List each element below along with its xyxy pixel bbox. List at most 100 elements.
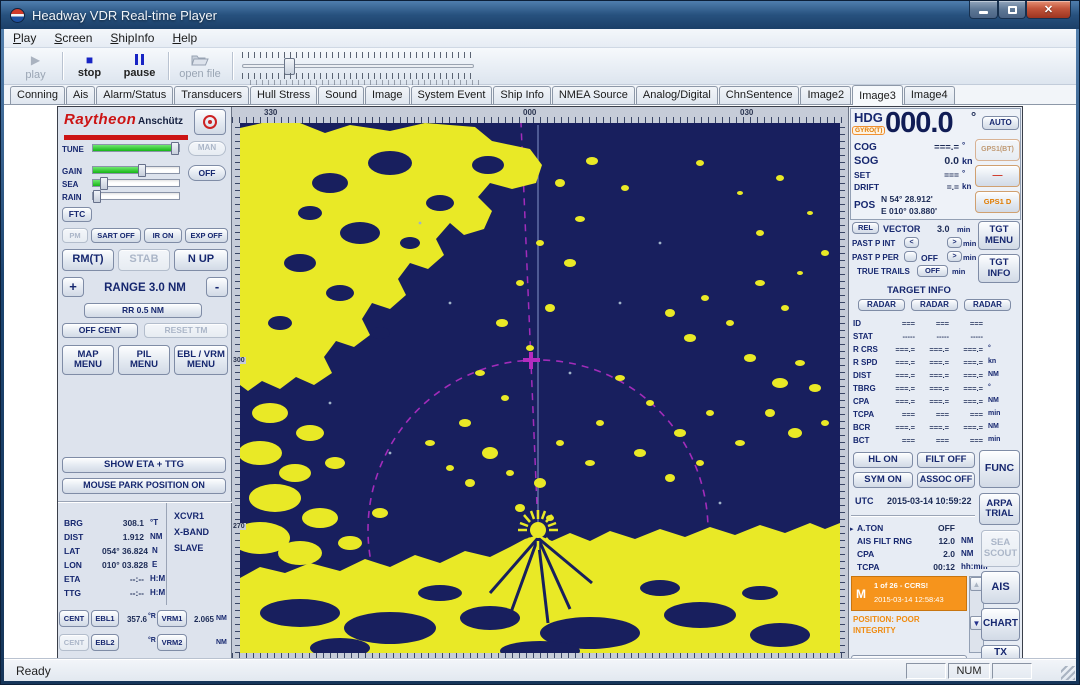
speed-source-button[interactable]: — bbox=[975, 165, 1020, 187]
cent2-button[interactable]: CENT bbox=[59, 634, 89, 651]
tab-sound[interactable]: Sound bbox=[318, 86, 364, 104]
mouse-park-button[interactable]: MOUSE PARK POSITION ON bbox=[62, 478, 226, 494]
stop-button[interactable]: ■ stop bbox=[66, 50, 113, 83]
tab-system-event[interactable]: System Event bbox=[411, 86, 493, 104]
ir-on-button[interactable]: IR ON bbox=[144, 228, 182, 243]
dist-unit: NM bbox=[150, 532, 162, 541]
rel-button[interactable]: REL bbox=[852, 222, 879, 234]
tune-slider-handle[interactable] bbox=[171, 142, 179, 155]
vrm2-range-unit: NM bbox=[216, 639, 227, 646]
dist-value: 1.912 bbox=[92, 532, 144, 542]
tab-ship-info[interactable]: Ship Info bbox=[493, 86, 550, 104]
filt-off-button[interactable]: FILT OFF bbox=[917, 452, 975, 468]
gain-slider-handle[interactable] bbox=[138, 164, 146, 177]
ebl2-button[interactable]: EBL2 bbox=[91, 634, 119, 651]
reset-tm-button[interactable]: RESET TM bbox=[144, 323, 228, 338]
brand-logo-button[interactable] bbox=[194, 109, 226, 135]
tab-image[interactable]: Image bbox=[365, 86, 410, 104]
client-area: Raytheon Anschütz TUNE MAN GAIN OFF SEA bbox=[4, 105, 1076, 659]
rain-slider-handle[interactable] bbox=[93, 190, 101, 203]
tab-image2[interactable]: Image2 bbox=[800, 86, 851, 104]
ebl1-button[interactable]: EBL1 bbox=[91, 610, 119, 627]
exp-off-button[interactable]: EXP OFF bbox=[185, 228, 228, 243]
sym-on-button[interactable]: SYM ON bbox=[853, 472, 913, 488]
tgt-info-button[interactable]: TGT INFO bbox=[978, 254, 1020, 283]
toolbar-separator bbox=[232, 52, 233, 80]
stab-button[interactable]: STAB bbox=[118, 249, 170, 271]
app-icon bbox=[10, 8, 25, 23]
xcvr-label: XCVR1 bbox=[174, 511, 204, 521]
play-button[interactable]: ▶ play bbox=[12, 50, 59, 83]
alarm-message-box[interactable]: M 1 of 26 - CCRS! 2015-03-14 12:58:43 bbox=[851, 576, 967, 611]
bearing-scale-right bbox=[840, 123, 848, 653]
cent1-button[interactable]: CENT bbox=[59, 610, 89, 627]
tab-chnsentence[interactable]: ChnSentence bbox=[719, 86, 800, 104]
vrm2-button[interactable]: VRM2 bbox=[157, 634, 187, 651]
menu-help[interactable]: Help bbox=[163, 29, 206, 47]
sea-slider-handle[interactable] bbox=[100, 177, 108, 190]
tab-image3[interactable]: Image3 bbox=[852, 85, 903, 105]
vrm1-range: 2.065 bbox=[186, 615, 214, 624]
menu-shipinfo[interactable]: ShipInfo bbox=[101, 29, 163, 47]
past-per-inc-button[interactable]: > bbox=[947, 251, 962, 262]
vrm1-button[interactable]: VRM1 bbox=[157, 610, 187, 627]
aton-label: A.TON bbox=[857, 523, 883, 533]
menu-screen[interactable]: Screen bbox=[45, 29, 101, 47]
sea-slider[interactable] bbox=[92, 179, 180, 187]
past-int-inc-button[interactable]: > bbox=[947, 237, 962, 248]
chart-button[interactable]: CHART bbox=[981, 608, 1020, 641]
menu-play[interactable]: Play bbox=[4, 29, 45, 47]
range-plus-button[interactable]: + bbox=[62, 277, 84, 297]
ring-range-button[interactable]: RR 0.5 NM bbox=[84, 303, 202, 318]
tab-hull-stress[interactable]: Hull Stress bbox=[250, 86, 317, 104]
past-per-toggle-button[interactable] bbox=[904, 251, 917, 262]
gps1-d-button[interactable]: GPS1 D bbox=[975, 191, 1020, 213]
gain-slider[interactable] bbox=[92, 166, 180, 174]
tab-alarm-status[interactable]: Alarm/Status bbox=[96, 86, 173, 104]
rm-t-button[interactable]: RM(T) bbox=[62, 249, 114, 271]
tab-analog-digital[interactable]: Analog/Digital bbox=[636, 86, 718, 104]
gps1-bt-button[interactable]: GPS1(BT) bbox=[975, 139, 1020, 161]
show-eta-ttg-button[interactable]: SHOW ETA + TTG bbox=[62, 457, 226, 473]
arpa-trial-button[interactable]: ARPA TRIAL bbox=[979, 493, 1020, 525]
radar1-button[interactable]: RADAR bbox=[858, 299, 905, 311]
minimize-button[interactable] bbox=[969, 1, 998, 19]
radar-right-panel: HDG GYRO(T) 000.0 ° AUTO COG===.=° SOG0.… bbox=[848, 107, 1022, 661]
pil-menu-button[interactable]: PIL MENU bbox=[118, 345, 170, 375]
radar-ppi-display[interactable]: 330 000 030 300 270 bbox=[232, 107, 848, 661]
range-minus-button[interactable]: - bbox=[206, 277, 228, 297]
func-button[interactable]: FUNC bbox=[979, 450, 1020, 488]
ebl-vrm-menu-button[interactable]: EBL / VRM MENU bbox=[174, 345, 228, 375]
table-row-label: ID bbox=[853, 319, 861, 328]
assoc-off-button[interactable]: ASSOC OFF bbox=[917, 472, 975, 488]
n-up-button[interactable]: N UP bbox=[174, 249, 228, 271]
tab-conning[interactable]: Conning bbox=[10, 86, 65, 104]
radar3-button[interactable]: RADAR bbox=[964, 299, 1011, 311]
hl-on-button[interactable]: HL ON bbox=[853, 452, 913, 468]
tgt-menu-button[interactable]: TGT MENU bbox=[978, 221, 1020, 250]
radar2-button[interactable]: RADAR bbox=[911, 299, 958, 311]
tune-off-button[interactable]: OFF bbox=[188, 165, 226, 181]
tab-image4[interactable]: Image4 bbox=[904, 86, 955, 104]
sea-scout-button[interactable]: SEA SCOUT bbox=[981, 530, 1020, 567]
tab-transducers[interactable]: Transducers bbox=[174, 86, 249, 104]
rain-slider[interactable] bbox=[92, 192, 180, 200]
tab-nmea-source[interactable]: NMEA Source bbox=[552, 86, 635, 104]
sart-off-button[interactable]: SART OFF bbox=[91, 228, 141, 243]
past-int-dec-button[interactable]: < bbox=[904, 237, 919, 248]
ftc-button[interactable]: FTC bbox=[62, 207, 92, 222]
man-button[interactable]: MAN bbox=[188, 141, 226, 156]
pm-button[interactable]: PM bbox=[62, 228, 88, 243]
true-trails-button[interactable]: OFF bbox=[917, 265, 948, 277]
resize-grip[interactable] bbox=[1061, 666, 1075, 680]
auto-button[interactable]: AUTO bbox=[982, 116, 1019, 130]
pause-button[interactable]: pause bbox=[116, 50, 163, 83]
maximize-button[interactable] bbox=[998, 1, 1026, 19]
off-cent-button[interactable]: OFF CENT bbox=[62, 323, 138, 338]
close-button[interactable]: ✕ bbox=[1026, 1, 1071, 19]
map-menu-button[interactable]: MAP MENU bbox=[62, 345, 114, 375]
tune-slider[interactable] bbox=[92, 144, 180, 152]
ais-button[interactable]: AIS bbox=[981, 571, 1020, 604]
open-file-button[interactable]: open file bbox=[174, 50, 226, 83]
tab-ais[interactable]: Ais bbox=[66, 86, 95, 104]
